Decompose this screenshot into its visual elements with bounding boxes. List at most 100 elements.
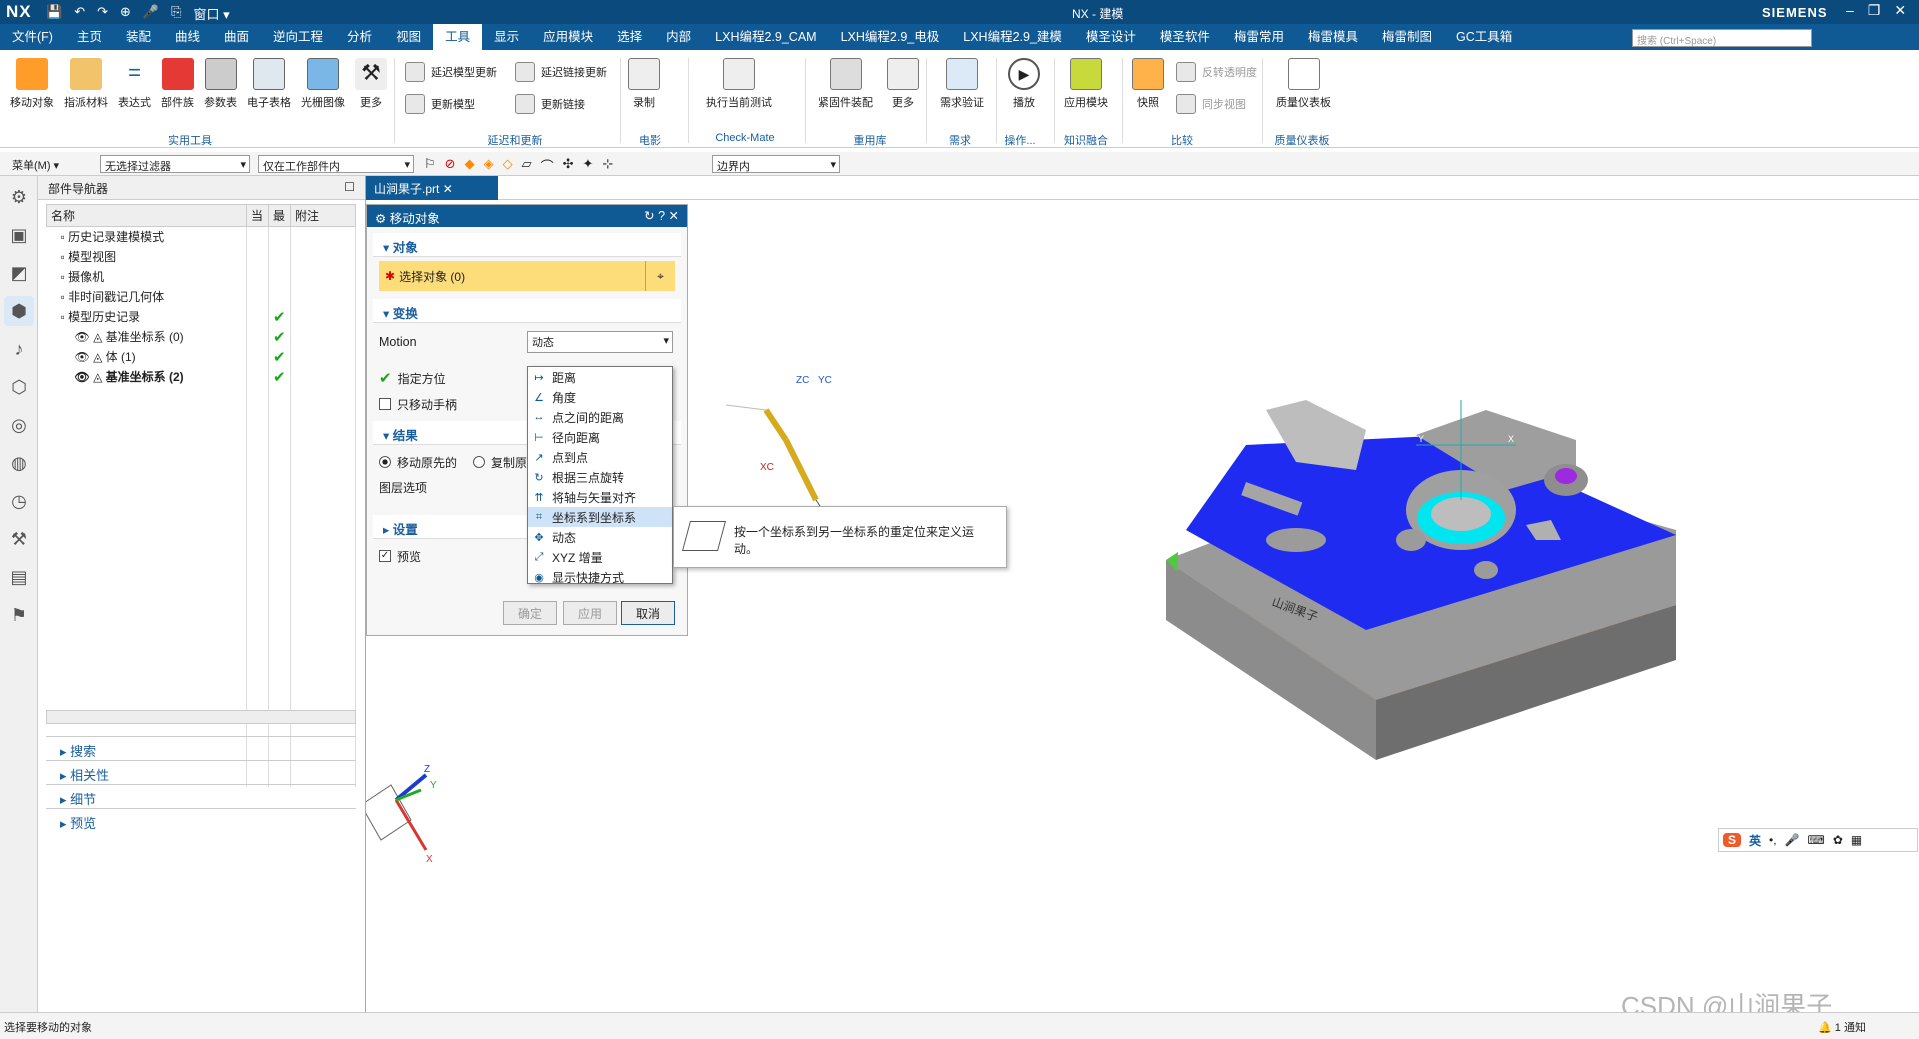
face-icon[interactable]: ◈ bbox=[484, 156, 494, 175]
requirements-validation-button[interactable]: 需求验证 bbox=[940, 58, 984, 110]
snapshot-button[interactable]: 快照 bbox=[1132, 58, 1164, 110]
menu-mosheng-software[interactable]: 模圣软件 bbox=[1148, 24, 1222, 50]
reuse-more-button[interactable]: 更多 bbox=[887, 58, 919, 110]
menu-assembly[interactable]: 装配 bbox=[114, 24, 163, 50]
menu-select[interactable]: 选择 bbox=[605, 24, 654, 50]
raster-image-button[interactable]: 光栅图像 bbox=[301, 58, 345, 110]
close-tab-icon[interactable]: ✕ bbox=[443, 182, 453, 196]
boundary-dropdown[interactable]: 边界内 bbox=[712, 155, 840, 173]
application-modules-button[interactable]: 应用模块 bbox=[1064, 58, 1108, 110]
hd3d-icon[interactable]: ⬡ bbox=[4, 372, 34, 402]
csys-icon[interactable]: ⊹ bbox=[602, 156, 613, 175]
window-menu[interactable]: 窗口 ▾ bbox=[194, 4, 230, 23]
navigator-row[interactable]: 👁 ◬ 基准坐标系 (2) ✔ bbox=[46, 366, 356, 387]
menu-lxh-electrode[interactable]: LXH编程2.9_电极 bbox=[829, 24, 952, 50]
skin-icon[interactable]: ✿ bbox=[1833, 833, 1843, 847]
move-object-button[interactable]: 移动对象 bbox=[10, 58, 54, 110]
reset-icon[interactable]: ↻ bbox=[644, 209, 654, 223]
point-icon[interactable]: ✣ bbox=[563, 156, 574, 175]
minimize-icon[interactable]: – bbox=[1846, 2, 1854, 19]
section-dependencies[interactable]: ▸ 相关性 bbox=[46, 760, 356, 784]
ime-language[interactable]: 英 bbox=[1749, 832, 1761, 849]
record-button[interactable]: 录制 bbox=[628, 58, 660, 110]
motion-option[interactable]: ⊢ 径向距离 bbox=[528, 427, 672, 447]
keyboard-icon[interactable]: ⌨ bbox=[1808, 833, 1825, 847]
run-test-button[interactable]: 执行当前测试 bbox=[706, 58, 772, 110]
navigator-row[interactable]: ▫ 模型视图 bbox=[46, 246, 356, 267]
motion-dropdown[interactable]: 动态 bbox=[527, 331, 673, 353]
section-search[interactable]: ▸ 搜索 bbox=[46, 736, 356, 760]
menu-meilei-mold[interactable]: 梅雷模具 bbox=[1296, 24, 1370, 50]
motion-option[interactable]: ↦ 距离 bbox=[528, 367, 672, 387]
navigator-row[interactable]: ▫ 摄像机 bbox=[46, 266, 356, 287]
grid-icon[interactable]: ▦ bbox=[1851, 833, 1862, 847]
menu-internal[interactable]: 内部 bbox=[654, 24, 703, 50]
defer-link-update-button[interactable]: 延迟链接更新 bbox=[515, 62, 625, 82]
help-icon[interactable]: ? bbox=[658, 209, 665, 223]
motion-option[interactable]: ⤢ XYZ 增量 bbox=[528, 547, 672, 567]
edge-icon[interactable]: ◇ bbox=[503, 156, 513, 175]
menu-display[interactable]: 显示 bbox=[482, 24, 531, 50]
motion-option[interactable]: ↻ 根据三点旋转 bbox=[528, 467, 672, 487]
quality-dashboard-button[interactable]: 质量仪表板 bbox=[1276, 58, 1331, 110]
col-current[interactable]: 当 bbox=[246, 204, 269, 227]
ok-button[interactable]: 确定 bbox=[503, 601, 557, 625]
command-search-input[interactable]: 搜索 (Ctrl+Space) bbox=[1632, 29, 1812, 47]
add-icon[interactable]: ⊕ bbox=[120, 4, 131, 23]
crosshair-icon[interactable]: ⌖ bbox=[645, 261, 675, 291]
clock-icon[interactable]: ◷ bbox=[4, 486, 34, 516]
motion-option[interactable]: ↔ 点之间的距离 bbox=[528, 407, 672, 427]
part-navigator-icon[interactable]: ⬢ bbox=[4, 296, 34, 326]
menu-gc-toolbox[interactable]: GC工具箱 bbox=[1444, 24, 1524, 50]
col-latest[interactable]: 最 bbox=[268, 204, 291, 227]
curve-icon[interactable]: ⌒ bbox=[541, 156, 554, 175]
parameter-table-button[interactable]: 参数表 bbox=[204, 58, 237, 110]
menu-tools[interactable]: 工具 bbox=[433, 24, 483, 50]
section-preview[interactable]: ▸ 预览 bbox=[46, 808, 356, 832]
cancel-button[interactable]: 取消 bbox=[621, 601, 675, 625]
maximize-icon[interactable]: ☐ bbox=[344, 180, 355, 195]
motion-option[interactable]: ◉ 显示快捷方式 bbox=[528, 567, 672, 587]
part-family-button[interactable]: 部件族 bbox=[161, 58, 194, 110]
motion-option[interactable]: ⌗ 坐标系到坐标系 bbox=[528, 507, 672, 527]
fastener-assembly-button[interactable]: 紧固件装配 bbox=[818, 58, 873, 110]
document-tab[interactable]: 山涧果子.prt ✕ bbox=[366, 176, 498, 200]
menu-button[interactable]: 菜单(M) ▾ bbox=[12, 157, 59, 173]
motion-option[interactable]: ⇈ 将轴与矢量对齐 bbox=[528, 487, 672, 507]
roles-icon[interactable]: ⚑ bbox=[4, 600, 34, 630]
menu-applications[interactable]: 应用模块 bbox=[531, 24, 605, 50]
section-details[interactable]: ▸ 细节 bbox=[46, 784, 356, 808]
sheet-icon[interactable]: ▱ bbox=[522, 156, 532, 175]
menu-home[interactable]: 主页 bbox=[65, 24, 114, 50]
microphone-icon[interactable]: 🎤 bbox=[143, 4, 159, 23]
move-original-radio[interactable] bbox=[379, 456, 391, 468]
assign-material-button[interactable]: 指派材料 bbox=[64, 58, 108, 110]
copy-original-radio[interactable] bbox=[473, 456, 486, 468]
ime-toolbar[interactable]: S 英 •, 🎤 ⌨ ✿ ▦ bbox=[1718, 828, 1918, 852]
more-tools-button[interactable]: ⚒ 更多 bbox=[355, 58, 387, 110]
menu-meilei-common[interactable]: 梅雷常用 bbox=[1222, 24, 1296, 50]
palette-icon[interactable]: ▤ bbox=[4, 562, 34, 592]
redo-icon[interactable]: ↷ bbox=[97, 4, 108, 23]
menu-meilei-drawing[interactable]: 梅雷制图 bbox=[1370, 24, 1444, 50]
web-browser-icon[interactable]: ◎ bbox=[4, 410, 34, 440]
undo-icon[interactable]: ↶ bbox=[74, 4, 85, 23]
dialog-close-icon[interactable]: ✕ bbox=[669, 209, 679, 223]
restore-icon[interactable]: ❐ bbox=[1868, 2, 1881, 19]
system-materials-icon[interactable]: ⚒ bbox=[4, 524, 34, 554]
update-link-button[interactable]: 更新链接 bbox=[515, 94, 625, 114]
navigator-row[interactable]: ▫ 模型历史记录 ✔ bbox=[46, 306, 356, 327]
expression-button[interactable]: = 表达式 bbox=[118, 58, 151, 110]
navigator-row[interactable]: 👁 ◬ 基准坐标系 (0) ✔ bbox=[46, 326, 356, 347]
selection-scope-dropdown[interactable]: 仅在工作部件内 bbox=[258, 155, 414, 173]
reverse-transparency-button[interactable]: 反转透明度 bbox=[1176, 62, 1257, 82]
defer-model-update-button[interactable]: 延迟模型更新 bbox=[405, 62, 515, 82]
only-move-handle-checkbox[interactable] bbox=[379, 398, 391, 410]
horizontal-scrollbar[interactable] bbox=[46, 710, 356, 724]
navigator-row[interactable]: ▫ 非时间戳记几何体 bbox=[46, 286, 356, 307]
section-object[interactable]: ▾ 对象 bbox=[373, 233, 681, 257]
motion-option[interactable]: ↗ 点到点 bbox=[528, 447, 672, 467]
save-icon[interactable]: 💾 bbox=[46, 4, 62, 23]
section-transform[interactable]: ▾ 变换 bbox=[373, 299, 681, 323]
motion-option[interactable]: ✥ 动态 bbox=[528, 527, 672, 547]
